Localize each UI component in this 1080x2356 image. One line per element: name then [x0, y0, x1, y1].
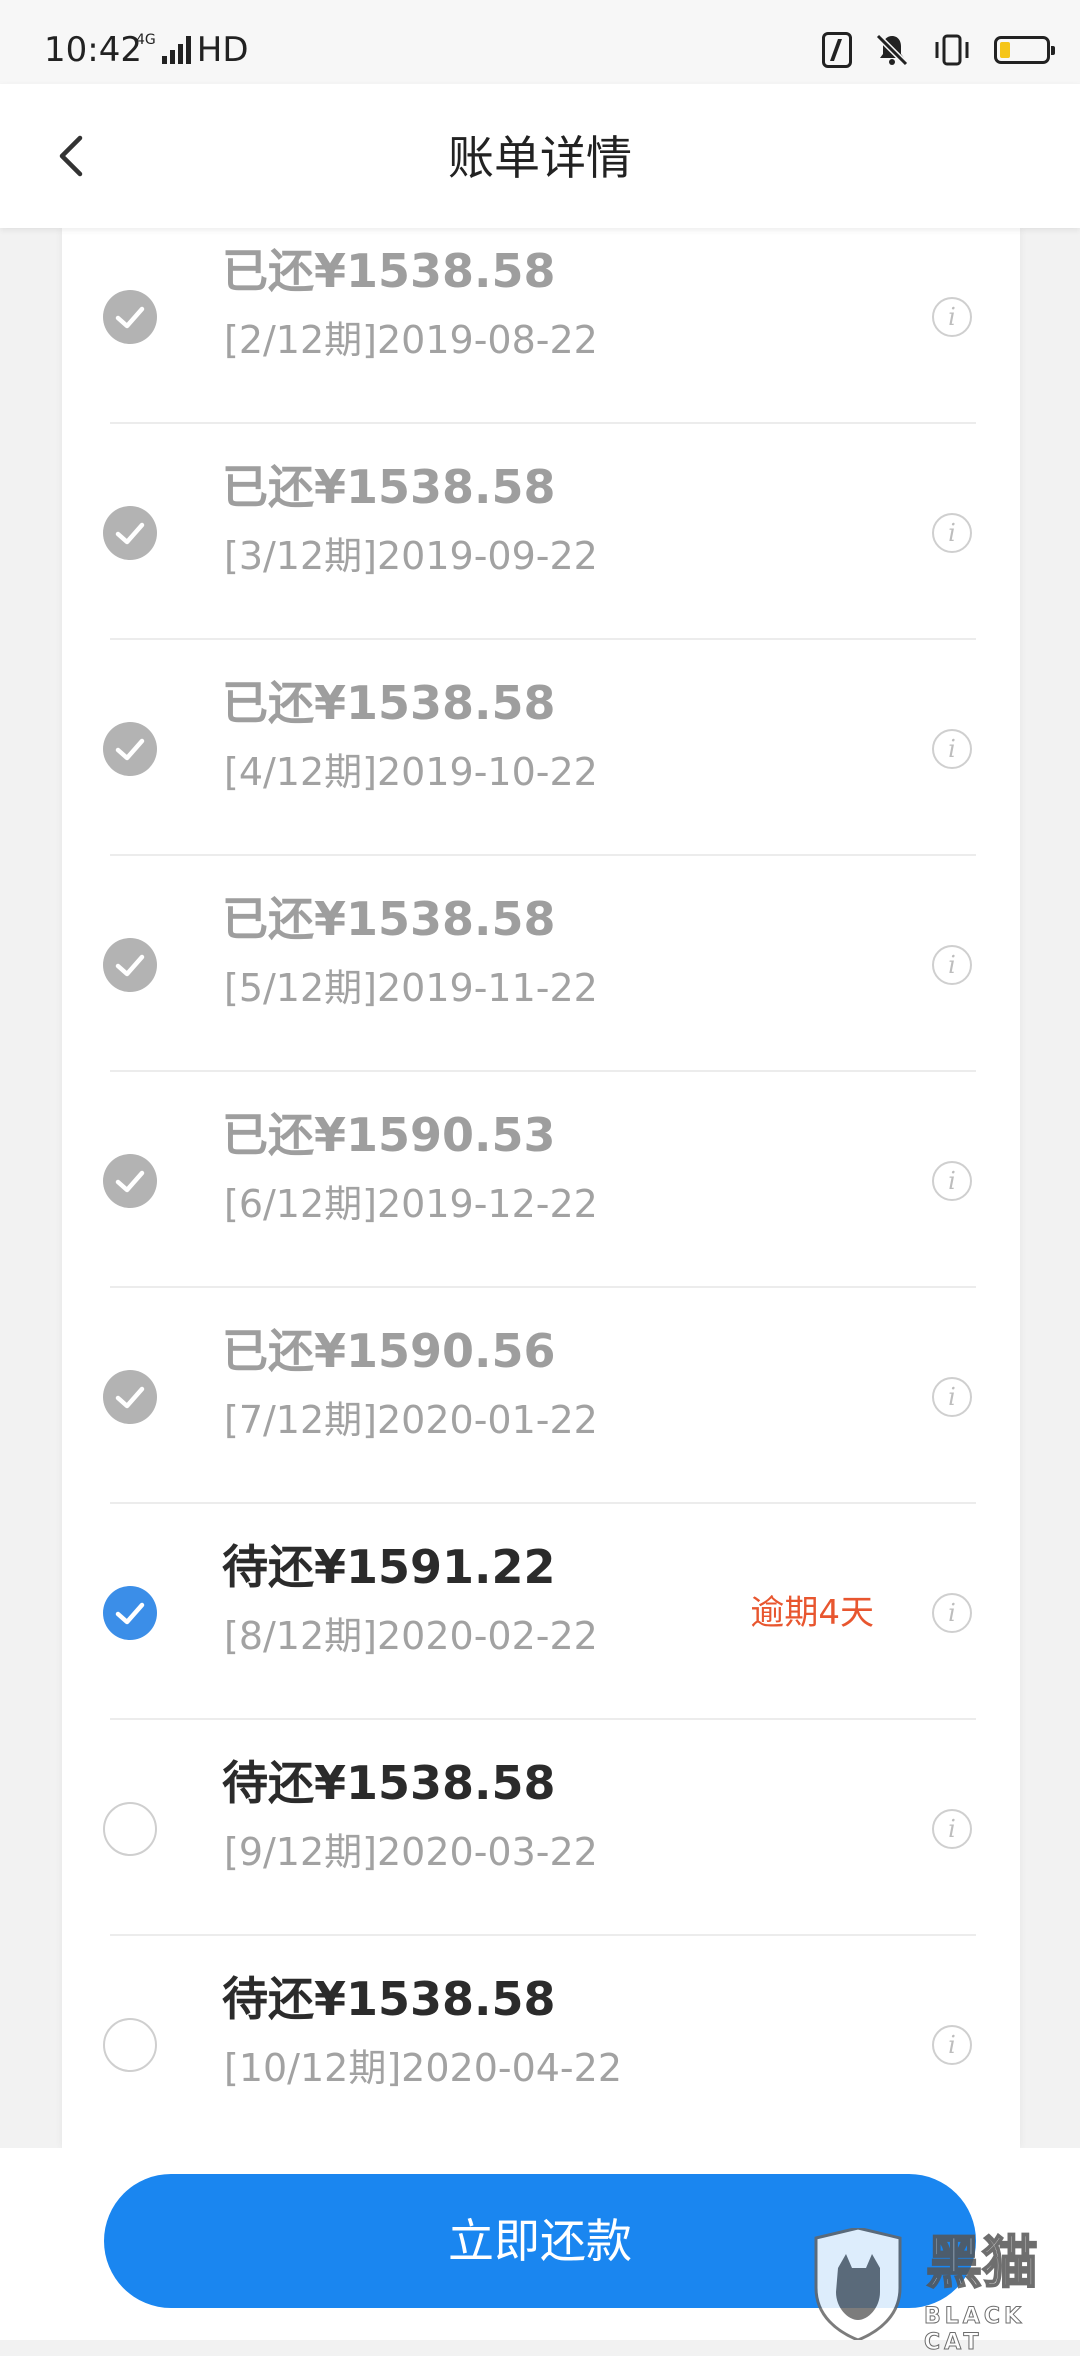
- cat-shield-icon: [814, 2228, 902, 2340]
- nfc-icon: [822, 32, 852, 68]
- info-icon[interactable]: i: [932, 729, 972, 769]
- network-type: 4G: [136, 32, 156, 48]
- installment-checkbox[interactable]: [103, 938, 157, 992]
- installment-checkbox[interactable]: [103, 2018, 157, 2072]
- installment-row[interactable]: 已还¥1590.53 [6/12期]2019-12-22 i: [62, 1071, 1020, 1288]
- installment-period: [7/12期]2020-01-22: [224, 1398, 598, 1442]
- info-icon[interactable]: i: [932, 945, 972, 985]
- info-icon[interactable]: i: [932, 1161, 972, 1201]
- info-icon[interactable]: i: [932, 1377, 972, 1417]
- installment-period: [4/12期]2019-10-22: [224, 750, 598, 794]
- installment-row[interactable]: 已还¥1538.58 [5/12期]2019-11-22 i: [62, 855, 1020, 1072]
- checkmark-icon: [115, 954, 145, 977]
- installment-amount: 已还¥1538.58: [222, 892, 556, 946]
- installment-amount: 已还¥1590.53: [222, 1108, 556, 1162]
- installment-period: [8/12期]2020-02-22: [224, 1614, 598, 1658]
- overdue-badge: 逾期4天: [750, 1593, 874, 1633]
- installment-amount: 已还¥1590.56: [222, 1324, 556, 1378]
- info-icon[interactable]: i: [932, 297, 972, 337]
- installment-checkbox[interactable]: [103, 290, 157, 344]
- signal-icon: [161, 36, 191, 64]
- installment-row[interactable]: 已还¥1538.58 [3/12期]2019-09-22 i: [62, 423, 1020, 640]
- battery-icon: [994, 36, 1055, 64]
- installment-amount: 已还¥1538.58: [222, 244, 556, 298]
- info-icon[interactable]: i: [932, 2025, 972, 2065]
- checkmark-icon: [115, 1386, 145, 1409]
- watermark-logo: 黑猫 BLACK CAT: [808, 2228, 1080, 2356]
- watermark-name: 黑猫: [925, 2231, 1039, 2297]
- installment-row[interactable]: 已还¥1590.56 [7/12期]2020-01-22 i: [62, 1287, 1020, 1504]
- installment-amount: 待还¥1538.58: [222, 1972, 556, 2026]
- network-indicator: 4G HD: [136, 30, 249, 70]
- installment-checkbox[interactable]: [103, 1802, 157, 1856]
- installment-amount: 待还¥1591.22: [222, 1540, 556, 1594]
- installment-checkbox[interactable]: [103, 1370, 157, 1424]
- info-icon[interactable]: i: [932, 1809, 972, 1849]
- installment-row[interactable]: 待还¥1538.58 [9/12期]2020-03-22 i: [62, 1719, 1020, 1936]
- installment-row[interactable]: 待还¥1591.22 [8/12期]2020-02-22 逾期4天 i: [62, 1503, 1020, 1720]
- installment-checkbox[interactable]: [103, 722, 157, 776]
- installment-amount: 待还¥1538.58: [222, 1756, 556, 1810]
- mute-icon: [875, 33, 909, 67]
- status-icons: [822, 30, 1055, 70]
- info-icon[interactable]: i: [932, 1593, 972, 1633]
- installment-period: [5/12期]2019-11-22: [224, 966, 598, 1010]
- vibrate-icon: [935, 34, 969, 66]
- hd-label: HD: [196, 30, 249, 70]
- installment-period: [3/12期]2019-09-22: [224, 534, 598, 578]
- installment-row[interactable]: 已还¥1538.58 [2/12期]2019-08-22 i: [62, 228, 1020, 424]
- status-bar: 10:42 4G HD: [0, 0, 1080, 84]
- status-time: 10:42: [44, 30, 142, 70]
- installment-amount: 已还¥1538.58: [222, 676, 556, 730]
- installment-checkbox[interactable]: [103, 1154, 157, 1208]
- installment-amount: 已还¥1538.58: [222, 460, 556, 514]
- installment-period: [9/12期]2020-03-22: [224, 1830, 598, 1874]
- checkmark-icon: [115, 522, 145, 545]
- installment-row[interactable]: 已还¥1538.58 [4/12期]2019-10-22 i: [62, 639, 1020, 856]
- page-title: 账单详情: [448, 131, 632, 185]
- watermark-subtitle: BLACK CAT: [924, 2304, 1026, 2356]
- installment-period: [6/12期]2019-12-22: [224, 1182, 598, 1226]
- installment-row[interactable]: 待还¥1538.58 [10/12期]2020-04-22 i: [62, 1935, 1020, 2148]
- info-icon[interactable]: i: [932, 513, 972, 553]
- installment-list: 已还¥1538.58 [2/12期]2019-08-22 i 已还¥1538.58 [3…: [62, 228, 1020, 2148]
- nav-bar: 账单详情: [0, 84, 1080, 228]
- installment-period: [2/12期]2019-08-22: [224, 318, 598, 362]
- installment-checkbox[interactable]: [103, 1586, 157, 1640]
- checkmark-icon: [115, 1170, 145, 1193]
- checkmark-icon: [115, 1602, 145, 1625]
- installment-checkbox[interactable]: [103, 506, 157, 560]
- installment-period: [10/12期]2020-04-22: [224, 2046, 622, 2090]
- checkmark-icon: [115, 738, 145, 761]
- checkmark-icon: [115, 306, 145, 329]
